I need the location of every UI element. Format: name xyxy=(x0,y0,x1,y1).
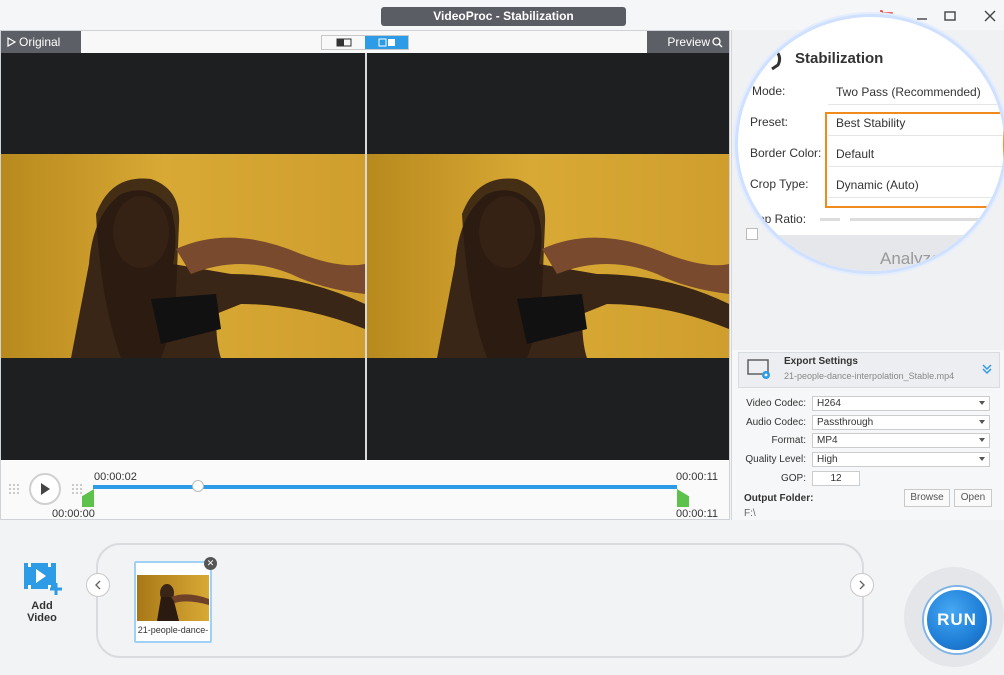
preview-panel: Original Preview 00:00:02 00:00:11 00:00… xyxy=(0,30,730,520)
original-video-frame xyxy=(1,154,365,358)
add-video-icon xyxy=(24,563,62,595)
format-row: Format: MP4 xyxy=(740,433,996,449)
preview-header: Original Preview xyxy=(1,31,729,53)
export-settings-icon xyxy=(747,359,770,379)
timeline-track[interactable] xyxy=(93,485,677,489)
video-codec-select[interactable]: H264 xyxy=(812,396,990,411)
mode-label: Mode: xyxy=(752,84,786,98)
export-filename: 21-people-dance-interpolation_Stable.mp4 xyxy=(784,371,955,381)
export-settings-header[interactable]: Export Settings 21-people-dance-interpol… xyxy=(738,352,1000,388)
chevron-down-double-icon[interactable] xyxy=(981,363,993,375)
quality-label: Quality Level: xyxy=(745,454,806,465)
play-outline-icon xyxy=(7,37,16,47)
scroll-arrows-icon[interactable] xyxy=(984,69,994,83)
mode-row: Mode: Two Pass (Recommended) xyxy=(750,79,1004,105)
audio-codec-select[interactable]: Passthrough xyxy=(812,415,990,430)
crop-ratio-slider[interactable] xyxy=(850,218,1000,221)
open-button[interactable]: Open xyxy=(954,489,992,507)
play-icon xyxy=(41,483,50,495)
format-select[interactable]: MP4 xyxy=(812,433,990,448)
play-button[interactable] xyxy=(29,473,61,505)
gop-input[interactable]: 12 xyxy=(812,471,860,486)
chevron-right-icon xyxy=(859,580,865,590)
add-video-label: Add Video xyxy=(27,600,57,624)
original-label: Original xyxy=(19,35,61,49)
dancer-image xyxy=(71,178,365,358)
stabilization-title: Stabilization xyxy=(795,50,884,67)
video-thumbnail[interactable]: 21-people-dance- ✕ xyxy=(134,557,217,643)
audio-codec-row: Audio Codec: Passthrough xyxy=(740,415,996,431)
gop-row: GOP: 12 xyxy=(740,471,996,487)
gop-label: GOP: xyxy=(780,473,806,484)
chevron-left-icon xyxy=(95,580,101,590)
audio-codec-label: Audio Codec: xyxy=(745,417,806,428)
crop-ratio-slider-left[interactable] xyxy=(820,218,840,221)
mode-select[interactable]: Two Pass (Recommended) xyxy=(828,79,1004,105)
magnifier-overlay: Stabilization Mode: Two Pass (Recommende… xyxy=(735,14,1004,274)
current-timecode: 00:00:02 xyxy=(94,471,137,483)
format-label: Format: xyxy=(771,435,806,446)
dropdown-arrow-icon xyxy=(979,457,985,461)
trim-end-marker[interactable] xyxy=(677,489,689,507)
border-color-label: Border Color: xyxy=(750,146,822,160)
stabilized-video-frame xyxy=(367,154,729,358)
dropdown-arrow-icon xyxy=(979,401,985,405)
split-view-option[interactable] xyxy=(365,36,408,49)
prev-arrow-button[interactable] xyxy=(86,573,110,597)
analyze-bar: Deinter Analyze xyxy=(738,235,1004,271)
output-folder-path: F:\ xyxy=(744,508,756,519)
timeline: 00:00:02 00:00:11 00:00:00 00:00:11 xyxy=(1,461,729,520)
crop-type-label: Crop Type: xyxy=(750,177,809,191)
single-view-icon xyxy=(336,38,351,47)
end-timecode-bottom: 00:00:11 xyxy=(676,508,719,520)
thumbnail-image xyxy=(137,575,209,621)
video-codec-row: Video Codec: H264 xyxy=(740,396,996,412)
next-arrow-button[interactable] xyxy=(850,573,874,597)
video-display xyxy=(1,53,729,460)
dropdown-arrow-icon xyxy=(979,438,985,442)
add-video-button[interactable]: Add Video xyxy=(16,557,68,624)
window-title: VideoProc - Stabilization xyxy=(381,7,626,26)
trim-start-marker[interactable] xyxy=(82,489,94,507)
dropdown-arrow-icon xyxy=(979,420,985,424)
preset-label: Preset: xyxy=(750,115,789,129)
preview-tab: Preview xyxy=(647,31,729,53)
bottom-bar: Add Video 21-people-dance- ✕ RUN xyxy=(0,521,1004,675)
original-tab: Original xyxy=(1,31,81,53)
browse-button[interactable]: Browse xyxy=(904,489,950,507)
thumbnail-label: 21-people-dance- xyxy=(137,625,209,635)
playhead-handle[interactable] xyxy=(192,480,205,492)
export-settings-title: Export Settings xyxy=(784,356,858,367)
start-timecode: 00:00:00 xyxy=(52,508,95,520)
single-view-option[interactable] xyxy=(322,36,365,49)
grid-handle-right-icon[interactable] xyxy=(71,483,83,495)
crop-ratio-label: op Ratio: xyxy=(758,212,807,226)
audio-codec-value: Passthrough xyxy=(817,417,874,428)
view-mode-toggle[interactable] xyxy=(321,35,409,50)
format-value: MP4 xyxy=(817,435,838,446)
quality-select[interactable]: High xyxy=(812,452,990,467)
output-folder-label: Output Folder: xyxy=(744,493,814,504)
grid-handle-left-icon[interactable] xyxy=(8,483,20,495)
deinterlace-label: Deinter xyxy=(768,255,798,265)
video-codec-value: H264 xyxy=(817,398,841,409)
video-codec-label: Video Codec: xyxy=(746,398,806,409)
end-timecode-top: 00:00:11 xyxy=(676,471,719,483)
film-reel-icon xyxy=(747,38,782,71)
run-button[interactable]: RUN xyxy=(924,587,990,653)
analyze-button[interactable]: Analyze xyxy=(880,249,940,269)
quality-row: Quality Level: High xyxy=(740,452,996,468)
quality-value: High xyxy=(817,454,838,465)
remove-video-icon[interactable]: ✕ xyxy=(204,557,217,570)
run-button-container: RUN xyxy=(904,567,1004,667)
dancer-image-stabilized xyxy=(437,178,729,358)
split-view-icon xyxy=(378,38,395,47)
highlight-box xyxy=(825,112,1004,208)
preview-label: Preview xyxy=(667,35,710,49)
search-icon xyxy=(712,36,723,47)
